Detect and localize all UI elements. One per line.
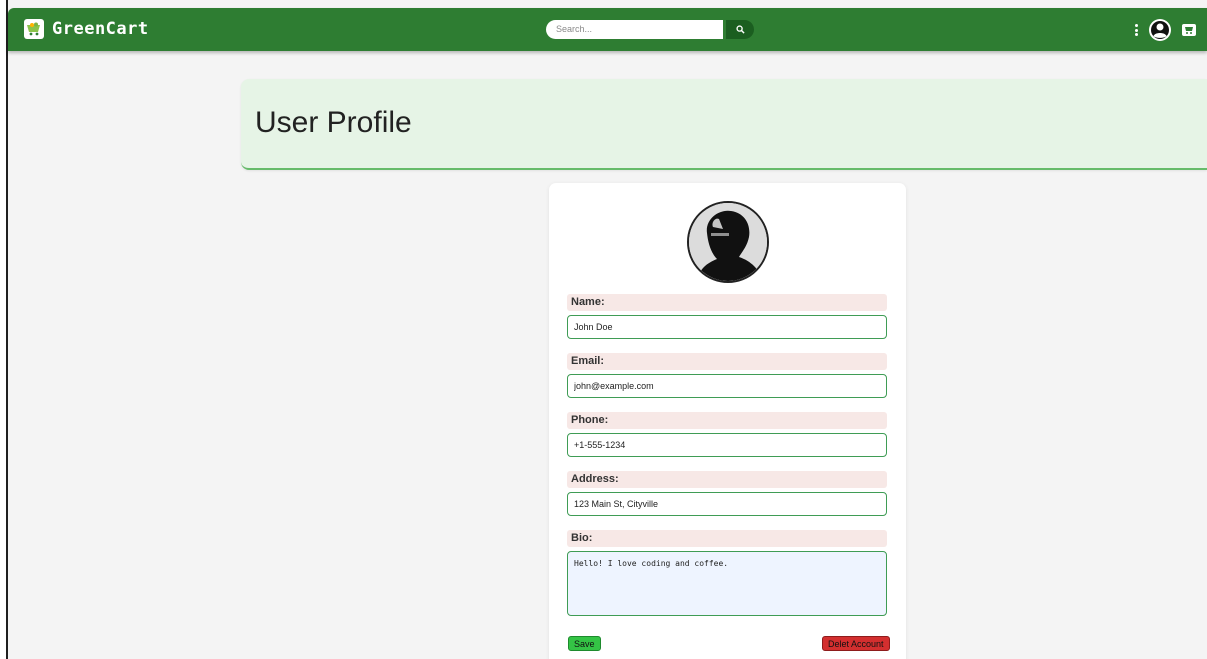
page-title: User Profile bbox=[255, 106, 412, 139]
avatar[interactable] bbox=[687, 201, 769, 283]
avatar-silhouette-icon bbox=[689, 203, 767, 281]
name-label: Name: bbox=[567, 294, 887, 311]
profile-card: Name: Email: Phone: Address: Bio: Hello!… bbox=[549, 183, 906, 659]
email-field[interactable] bbox=[567, 374, 887, 398]
name-field[interactable] bbox=[567, 315, 887, 339]
search-button[interactable] bbox=[726, 19, 754, 39]
delete-account-button[interactable]: Delet Account bbox=[822, 636, 890, 651]
more-vertical-icon[interactable] bbox=[1133, 22, 1139, 38]
page-header: User Profile bbox=[241, 79, 1207, 170]
search-input[interactable] bbox=[546, 19, 723, 39]
address-field[interactable] bbox=[567, 492, 887, 516]
save-button[interactable]: Save bbox=[568, 636, 601, 651]
email-label: Email: bbox=[567, 353, 887, 370]
brand[interactable]: GreenCart bbox=[24, 17, 149, 41]
window-frame-edge bbox=[0, 0, 8, 659]
bio-textarea[interactable]: Hello! I love coding and coffee. bbox=[567, 551, 887, 616]
search-icon bbox=[735, 24, 745, 34]
bio-label: Bio: bbox=[567, 530, 887, 547]
search-bar bbox=[546, 19, 754, 39]
cart-icon[interactable] bbox=[1181, 23, 1197, 37]
address-label: Address: bbox=[567, 471, 887, 488]
phone-label: Phone: bbox=[567, 412, 887, 429]
cart-logo-icon bbox=[24, 19, 44, 39]
top-navbar: GreenCart bbox=[8, 8, 1207, 51]
user-account-icon[interactable] bbox=[1148, 18, 1172, 42]
brand-name: GreenCart bbox=[52, 19, 149, 39]
phone-field[interactable] bbox=[567, 433, 887, 457]
navbar-actions bbox=[1133, 18, 1197, 42]
